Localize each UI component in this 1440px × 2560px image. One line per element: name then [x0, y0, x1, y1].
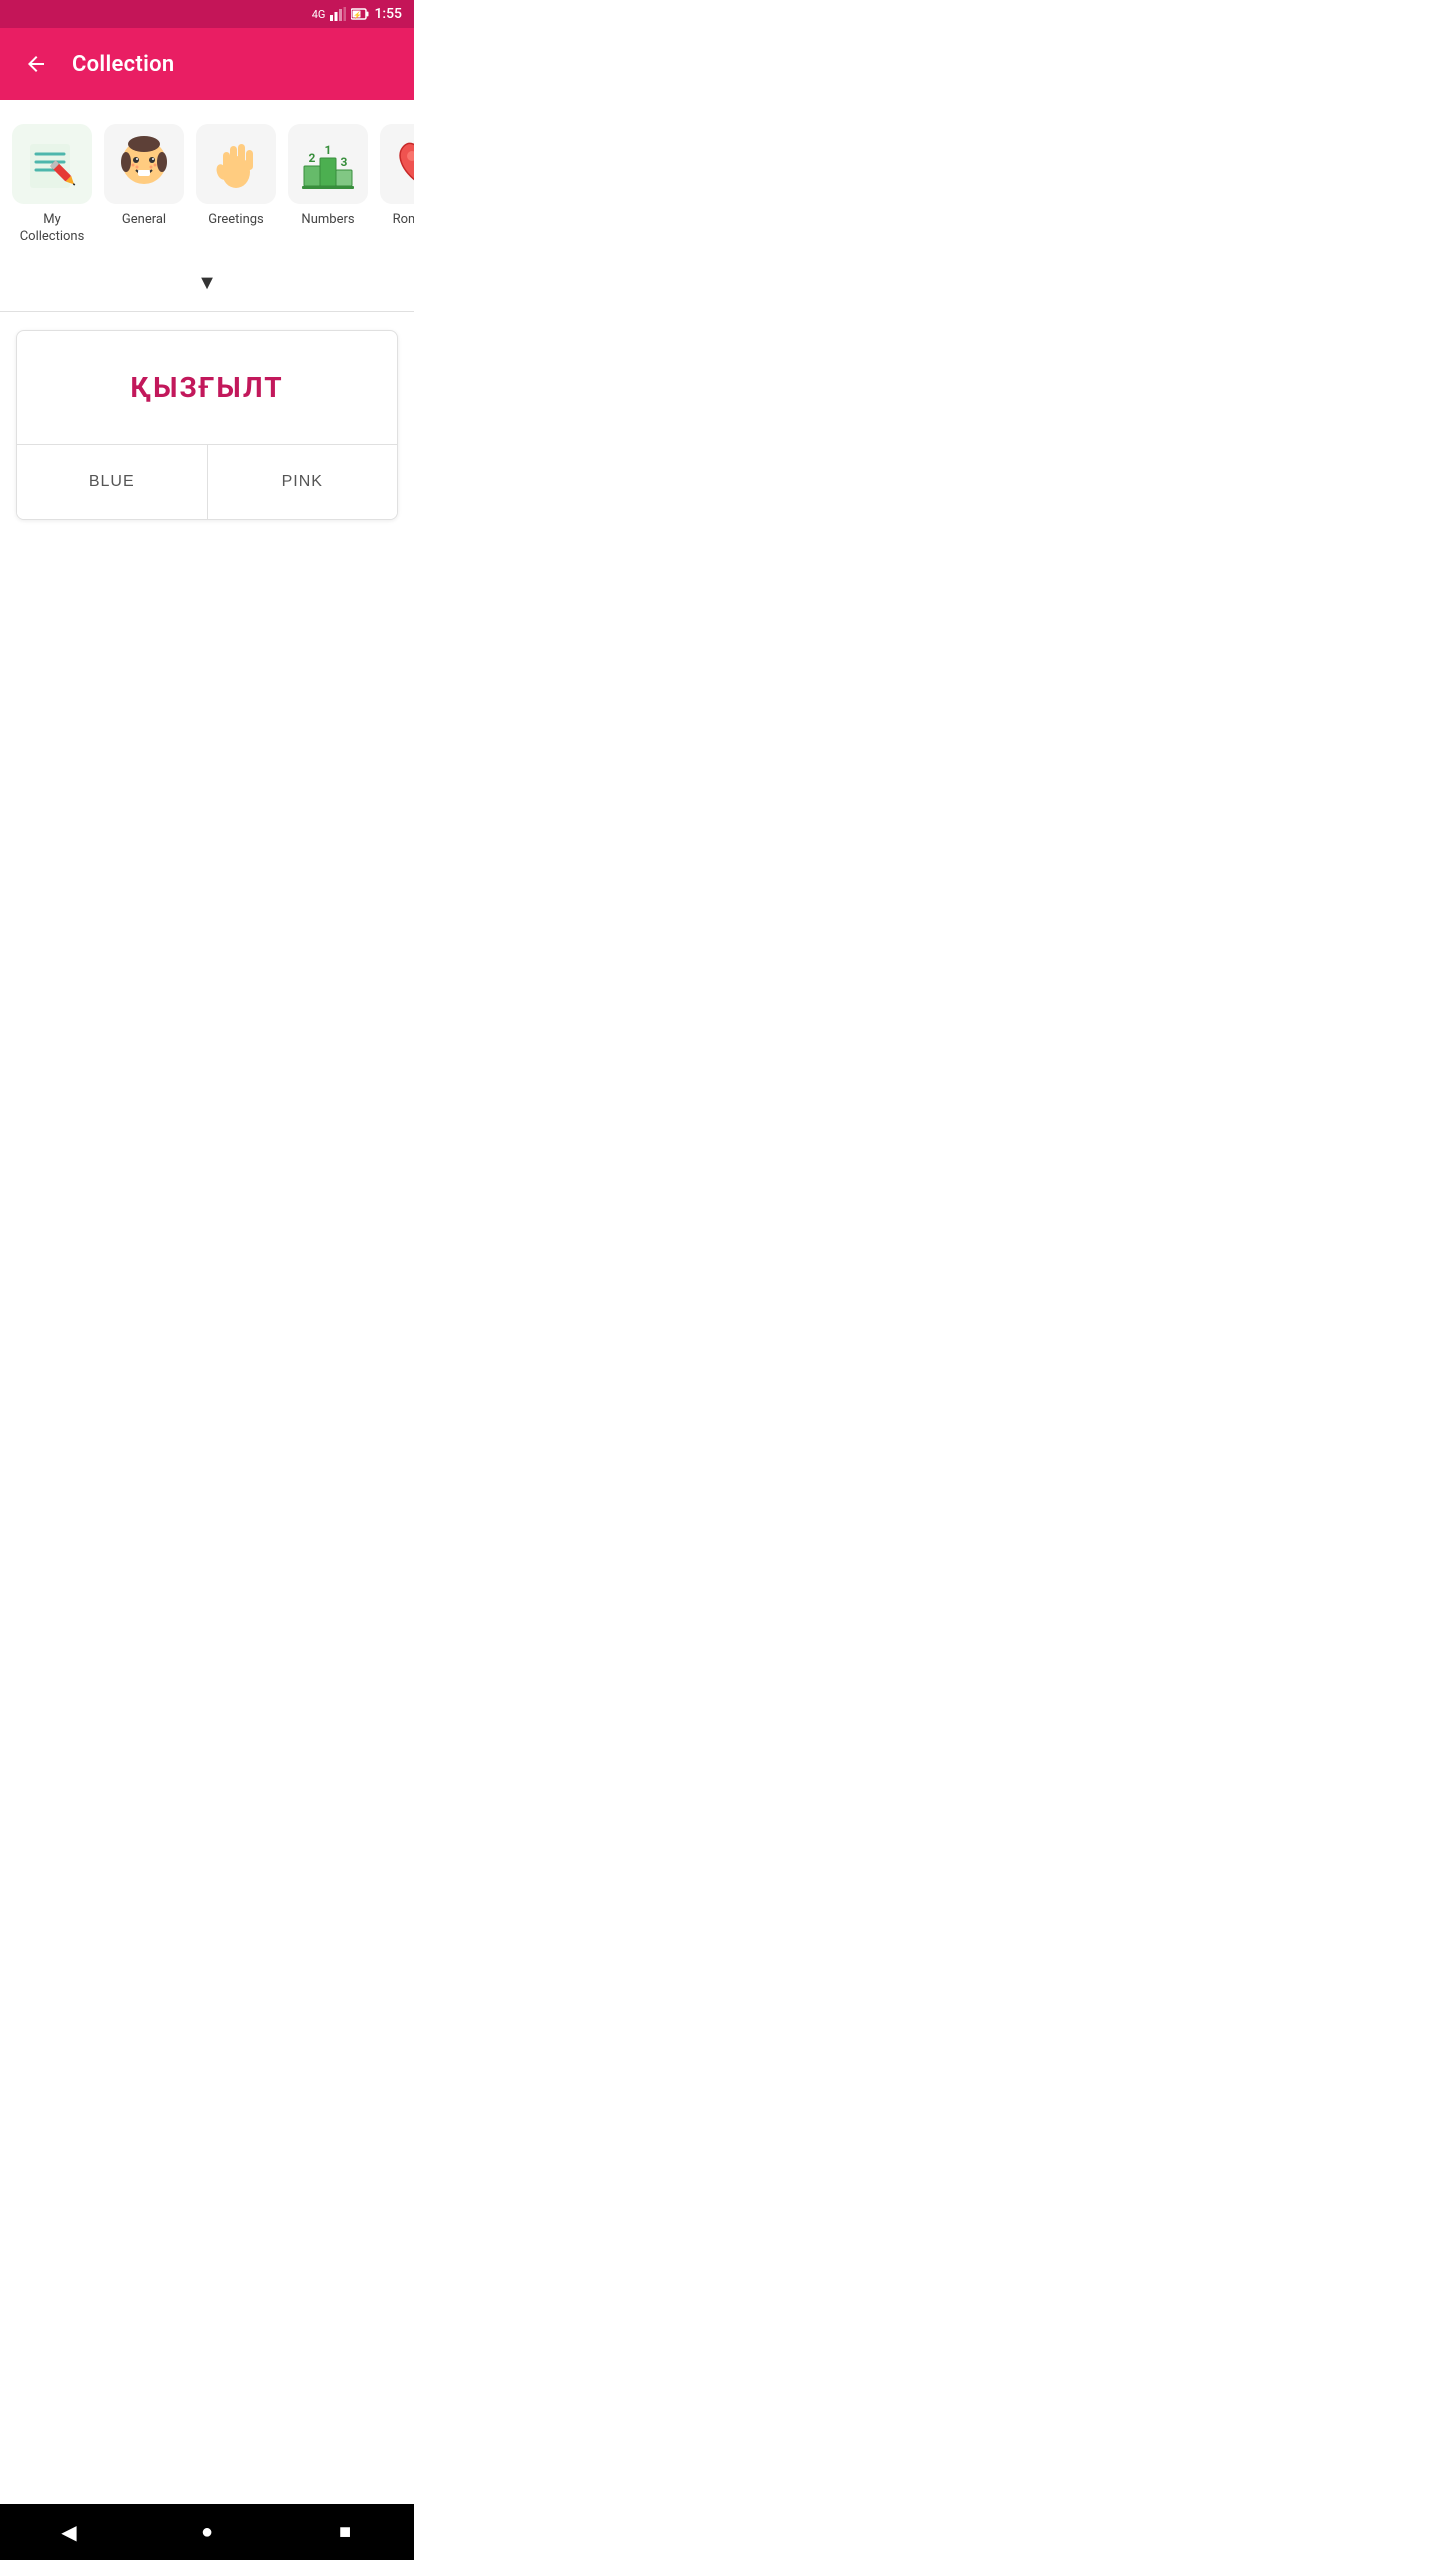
category-item-romance[interactable]: Romance — [376, 120, 414, 233]
svg-text:2: 2 — [309, 151, 316, 165]
svg-text:⚡: ⚡ — [353, 11, 362, 20]
category-list: My Collections — [8, 120, 406, 250]
my-collections-icon-wrap — [12, 124, 92, 204]
category-item-general[interactable]: General — [100, 120, 188, 233]
signal-icon — [330, 7, 346, 21]
nav-back-button[interactable]: ◀ — [39, 2512, 99, 2552]
quiz-card: ҚЫЗҒЫЛТ BLUE PINK — [16, 330, 398, 520]
category-item-numbers[interactable]: 1 2 3 Numbers — [284, 120, 372, 233]
quiz-question-area: ҚЫЗҒЫЛТ — [17, 331, 397, 445]
chevron-section[interactable]: ▼ — [0, 262, 414, 311]
nav-recents-button[interactable]: ■ — [315, 2512, 375, 2552]
nav-bar: ◀ ● ■ — [0, 2504, 414, 2560]
category-item-my-collections[interactable]: My Collections — [8, 120, 96, 250]
battery-icon: ⚡ — [351, 8, 369, 20]
back-button[interactable] — [16, 44, 56, 84]
section-divider — [0, 311, 414, 312]
category-item-greetings[interactable]: Greetings — [192, 120, 280, 233]
category-section: My Collections — [0, 100, 414, 262]
page-wrapper: 4G ⚡ 1:55 — [0, 0, 414, 594]
category-label-my-collections: My Collections — [12, 212, 92, 246]
app-title: Collection — [72, 52, 174, 77]
network-label: 4G — [312, 8, 326, 21]
status-bar: 4G ⚡ 1:55 — [0, 0, 414, 28]
svg-text:1: 1 — [325, 143, 332, 157]
chevron-down-icon[interactable]: ▼ — [197, 270, 217, 295]
status-bar-icons: 4G ⚡ 1:55 — [312, 6, 402, 22]
general-icon-wrap — [104, 124, 184, 204]
category-label-greetings: Greetings — [208, 212, 264, 229]
quiz-word: ҚЫЗҒЫЛТ — [130, 371, 283, 404]
category-label-general: General — [122, 212, 166, 229]
app-bar: Collection — [0, 28, 414, 100]
quiz-answer-blue[interactable]: BLUE — [17, 445, 208, 519]
nav-home-button[interactable]: ● — [177, 2512, 237, 2552]
category-label-romance: Romance — [393, 212, 414, 229]
quiz-answer-pink[interactable]: PINK — [208, 445, 398, 519]
category-label-numbers: Numbers — [301, 212, 354, 229]
greetings-icon-wrap — [196, 124, 276, 204]
svg-text:3: 3 — [341, 155, 348, 169]
numbers-icon-wrap: 1 2 3 — [288, 124, 368, 204]
quiz-answers-area: BLUE PINK — [17, 445, 397, 519]
romance-icon-wrap — [380, 124, 414, 204]
status-time: 1:55 — [374, 6, 402, 22]
